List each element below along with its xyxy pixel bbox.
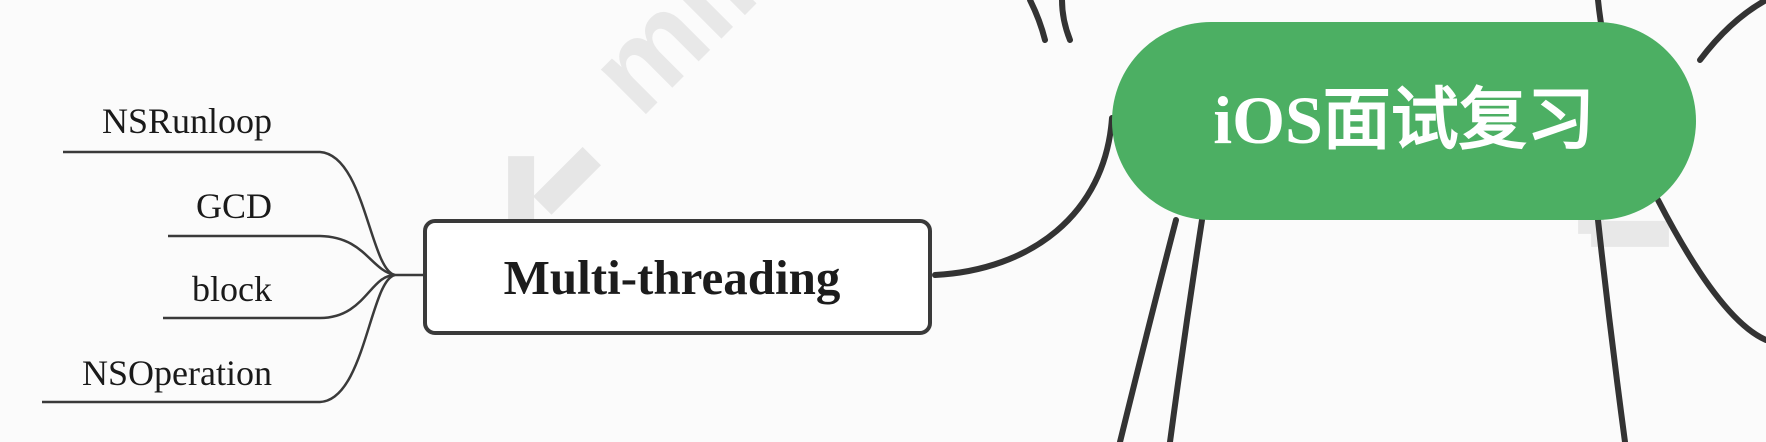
leaf-gcd[interactable]: GCD: [196, 186, 272, 226]
branch-node-multi-threading[interactable]: Multi-threading: [423, 219, 932, 335]
root-node[interactable]: iOS面试复习: [1112, 22, 1696, 220]
leaf-nodes: NSRunloop GCD block NSOperation: [82, 101, 272, 393]
branch-label: Multi-threading: [504, 250, 841, 305]
root-label: iOS面试复习: [1213, 82, 1595, 158]
leaf-nsrunloop[interactable]: NSRunloop: [102, 101, 272, 141]
leaf-nsoperation[interactable]: NSOperation: [82, 353, 272, 393]
branch-connector: [932, 115, 1115, 278]
watermark-text: mindmaster: [564, 0, 1140, 138]
leaf-block[interactable]: block: [192, 269, 272, 309]
mindmap-canvas: mindmaster iOS面试复习 Multi-threading NSRun…: [42, 0, 1766, 442]
